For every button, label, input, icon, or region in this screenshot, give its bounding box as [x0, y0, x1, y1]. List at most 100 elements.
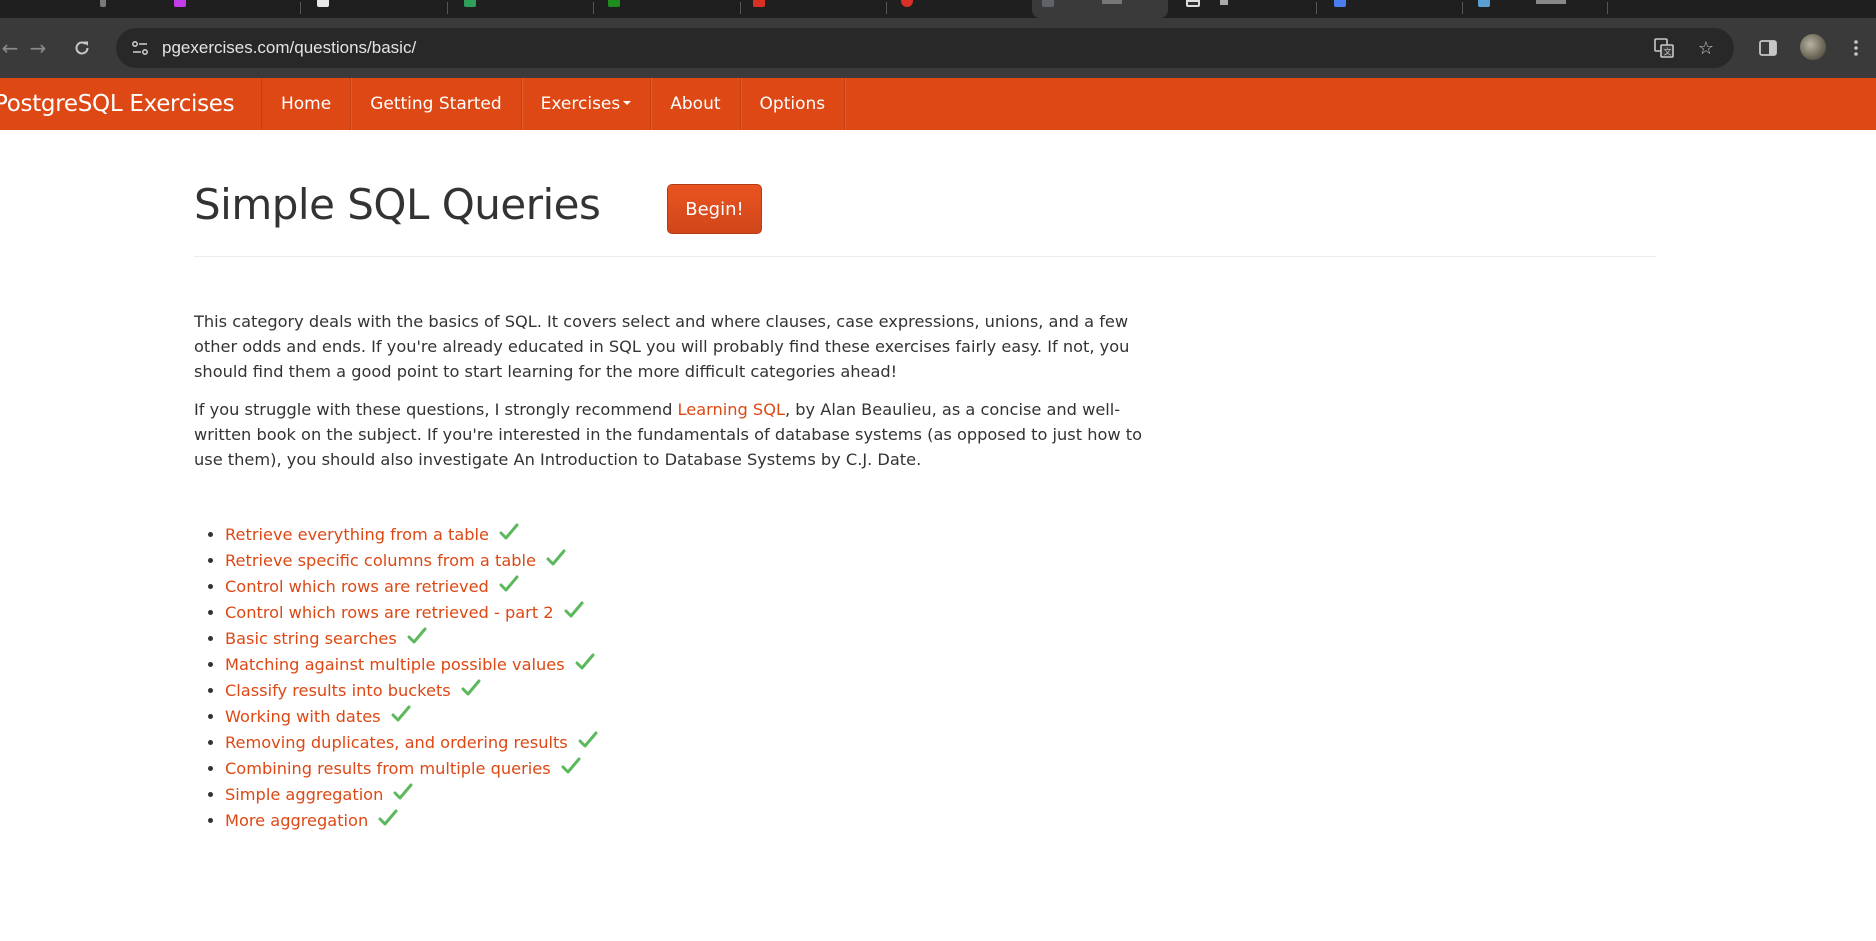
browser-tab-strip — [0, 0, 1876, 18]
exercise-list-item: Control which rows are retrieved - part … — [225, 600, 598, 626]
browser-tab[interactable] — [1466, 0, 1606, 18]
learning-sql-link[interactable]: Learning SQL — [678, 400, 785, 419]
tab-favicon-icon — [1186, 0, 1200, 7]
tab-favicon-icon — [1478, 0, 1490, 7]
tab-title-fragment — [1220, 0, 1228, 5]
caret-down-icon — [623, 101, 632, 105]
bookmark-star-icon[interactable]: ☆ — [1692, 34, 1720, 62]
browser-tab[interactable] — [452, 0, 592, 18]
check-icon — [378, 809, 398, 834]
tab-favicon-icon — [1042, 0, 1054, 7]
check-icon — [578, 731, 598, 756]
menu-kebab-icon[interactable] — [1840, 32, 1872, 64]
exercise-link[interactable]: Retrieve everything from a table — [225, 525, 489, 544]
check-icon — [546, 549, 566, 574]
tab-separator — [593, 2, 594, 14]
nav-options[interactable]: Options — [741, 78, 846, 130]
browser-tab[interactable] — [598, 0, 738, 18]
forward-arrow-icon[interactable]: → — [22, 32, 54, 64]
check-icon — [499, 575, 519, 600]
check-icon — [461, 679, 481, 704]
exercise-link[interactable]: More aggregation — [225, 811, 368, 830]
exercise-link[interactable]: Control which rows are retrieved — [225, 577, 489, 596]
tab-title-fragment — [1536, 0, 1566, 4]
exercise-list-item: Simple aggregation — [225, 782, 598, 808]
browser-tab[interactable] — [305, 0, 445, 18]
nav-getting-started[interactable]: Getting Started — [351, 78, 522, 130]
exercise-link[interactable]: Matching against multiple possible value… — [225, 655, 565, 674]
exercise-list-item: Combining results from multiple queries — [225, 756, 598, 782]
tab-favicon-icon — [608, 0, 620, 7]
check-icon — [564, 601, 584, 626]
browser-tab[interactable] — [1170, 0, 1310, 18]
tab-separator — [1316, 2, 1317, 14]
address-bar[interactable]: pgexercises.com/questions/basic/ 文 ☆ — [116, 28, 1734, 68]
check-icon — [391, 705, 411, 730]
tab-favicon-icon — [464, 0, 476, 7]
exercise-list-item: Working with dates — [225, 704, 598, 730]
browser-tab[interactable] — [745, 0, 885, 18]
browser-tab[interactable] — [60, 0, 160, 18]
browser-tab-active[interactable] — [1032, 0, 1168, 18]
exercise-list-item: Retrieve specific columns from a table — [225, 548, 598, 574]
exercise-link[interactable]: Removing duplicates, and ordering result… — [225, 733, 568, 752]
tab-separator — [1462, 2, 1463, 14]
browser-tab[interactable] — [891, 0, 1031, 18]
tab-title-fragment — [1102, 0, 1122, 4]
browser-toolbar: ← → pgexercises.com/questions/basic/ 文 ☆ — [0, 18, 1876, 78]
tab-favicon-icon — [174, 0, 186, 7]
browser-tab[interactable] — [1320, 0, 1460, 18]
side-panel-icon[interactable] — [1752, 32, 1784, 64]
tab-separator — [1607, 2, 1608, 14]
tab-favicon-icon — [317, 0, 329, 7]
translate-icon[interactable]: 文 — [1650, 34, 1678, 62]
tab-separator — [886, 2, 887, 14]
nav-about[interactable]: About — [651, 78, 741, 130]
check-icon — [499, 523, 519, 548]
nav-exercises-dropdown[interactable]: Exercises — [522, 78, 652, 130]
tab-separator — [300, 2, 301, 14]
exercise-list-item: Retrieve everything from a table — [225, 522, 598, 548]
exercise-link[interactable]: Retrieve specific columns from a table — [225, 551, 536, 570]
intro-2-text-before: If you struggle with these questions, I … — [194, 400, 678, 419]
check-icon — [407, 627, 427, 652]
begin-button[interactable]: Begin! — [667, 184, 762, 234]
tab-favicon-icon — [100, 0, 106, 7]
exercise-list-item: Control which rows are retrieved — [225, 574, 598, 600]
exercise-list-item: More aggregation — [225, 808, 598, 834]
check-icon — [393, 783, 413, 808]
exercise-list-item: Classify results into buckets — [225, 678, 598, 704]
title-divider — [194, 256, 1656, 257]
profile-avatar[interactable] — [1800, 34, 1826, 60]
tab-favicon-icon — [1334, 0, 1346, 7]
nav-menu: Home Getting Started Exercises About Opt… — [261, 78, 846, 130]
url-text[interactable]: pgexercises.com/questions/basic/ — [162, 28, 416, 68]
nav-exercises-label: Exercises — [540, 94, 621, 114]
exercise-link[interactable]: Basic string searches — [225, 629, 397, 648]
tab-separator — [447, 2, 448, 14]
svg-text:文: 文 — [1664, 47, 1672, 57]
exercise-link[interactable]: Combining results from multiple queries — [225, 759, 551, 778]
site-brand[interactable]: PostgreSQL Exercises — [0, 78, 235, 130]
exercise-link[interactable]: Classify results into buckets — [225, 681, 451, 700]
exercise-link[interactable]: Working with dates — [225, 707, 381, 726]
tab-favicon-icon — [753, 0, 765, 7]
exercise-link[interactable]: Control which rows are retrieved - part … — [225, 603, 554, 622]
check-icon — [561, 757, 581, 782]
nav-home[interactable]: Home — [262, 78, 352, 130]
check-icon — [575, 653, 595, 678]
reload-icon[interactable] — [66, 32, 98, 64]
site-info-icon[interactable] — [126, 34, 154, 62]
site-navbar: PostgreSQL Exercises Home Getting Starte… — [0, 78, 1876, 130]
intro-paragraph-1: This category deals with the basics of S… — [194, 312, 1130, 381]
browser-tab[interactable] — [160, 0, 300, 18]
tab-favicon-icon — [901, 0, 913, 7]
exercise-list-item: Basic string searches — [225, 626, 598, 652]
intro-paragraph-2: If you struggle with these questions, I … — [194, 397, 1154, 472]
tab-separator — [740, 2, 741, 14]
exercise-list: Retrieve everything from a table Retrieve… — [194, 522, 598, 834]
exercise-list-item: Matching against multiple possible value… — [225, 652, 598, 678]
page-title: Simple SQL Queries — [194, 180, 601, 229]
exercise-list-item: Removing duplicates, and ordering result… — [225, 730, 598, 756]
exercise-link[interactable]: Simple aggregation — [225, 785, 383, 804]
